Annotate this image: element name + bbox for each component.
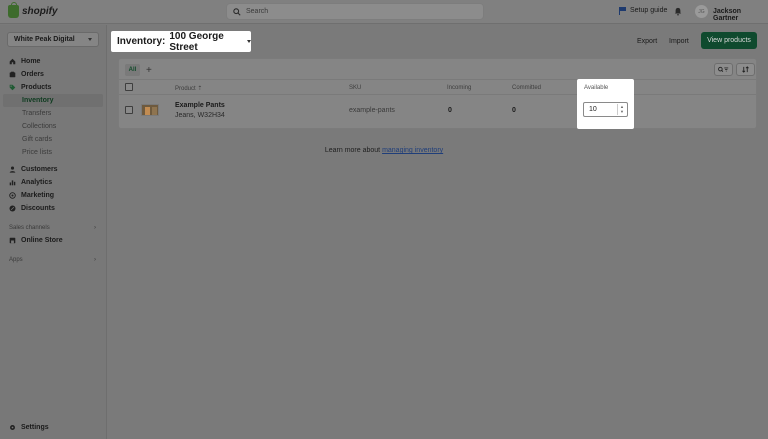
shopify-bag-icon	[8, 2, 19, 18]
setup-guide-button[interactable]: Setup guide	[619, 7, 667, 15]
chevron-down-icon	[88, 38, 92, 41]
sort-up-icon: ⇡	[197, 86, 203, 92]
sidebar-nav: Home Orders Products Inventory Transfers…	[0, 55, 106, 266]
product-thumbnail	[141, 104, 159, 116]
column-incoming: Incoming	[447, 85, 472, 91]
chart-icon	[9, 180, 16, 186]
quantity-stepper[interactable]: ▲ ▼	[617, 104, 626, 115]
location-selector[interactable]: Inventory: 100 George Street	[111, 30, 251, 53]
flag-icon	[619, 7, 626, 15]
search-filter-button[interactable]	[714, 63, 733, 76]
chevron-right-icon: ›	[94, 256, 96, 263]
target-icon	[9, 192, 16, 199]
managing-inventory-link[interactable]: managing inventory	[382, 147, 443, 154]
chevron-right-icon: ›	[94, 224, 96, 231]
tab-bar: All +	[125, 64, 152, 76]
sidebar: White Peak Digital Home Orders Products …	[0, 25, 107, 439]
sidebar-item-home[interactable]: Home	[0, 55, 106, 68]
sidebar-item-analytics[interactable]: Analytics	[0, 176, 106, 189]
gear-icon	[10, 425, 15, 430]
page-title: Inventory:	[117, 36, 166, 47]
incoming-value: 0	[448, 107, 452, 114]
tag-icon	[9, 84, 16, 91]
sales-channels-section[interactable]: Sales channels ›	[0, 221, 106, 234]
person-icon	[9, 166, 16, 173]
view-products-button[interactable]: View products	[701, 32, 757, 49]
sort-icon	[742, 66, 749, 73]
column-sku: SKU	[349, 85, 362, 91]
home-icon	[9, 58, 16, 65]
avatar[interactable]: JG	[695, 5, 708, 18]
table-row[interactable]: Example Pants Jeans, W32H34 example-pant…	[119, 96, 756, 125]
location-name: 100 George Street	[169, 30, 224, 53]
sku-value: example-pants	[349, 107, 395, 114]
import-button[interactable]: Import	[669, 38, 689, 45]
store-selector[interactable]: White Peak Digital	[7, 32, 99, 47]
learn-more-text: Learn more about managing inventory	[324, 147, 444, 154]
search-input[interactable]: Search	[226, 3, 484, 20]
committed-value: 0	[512, 107, 516, 114]
table-header: Product ⇡ SKU Incoming Committed	[119, 79, 756, 95]
sidebar-item-orders[interactable]: Orders	[0, 68, 106, 81]
store-icon	[9, 237, 16, 244]
add-tab-button[interactable]: +	[146, 65, 152, 76]
tab-all[interactable]: All	[125, 64, 140, 76]
column-product[interactable]: Product ⇡	[175, 85, 202, 92]
product-name[interactable]: Example Pants	[175, 102, 225, 109]
sidebar-item-inventory[interactable]: Inventory	[3, 94, 103, 107]
sidebar-item-online-store[interactable]: Online Store	[0, 234, 106, 247]
bell-icon[interactable]	[674, 7, 682, 16]
sidebar-item-gift-cards[interactable]: Gift cards	[0, 133, 106, 146]
shopify-logo[interactable]: shopify	[8, 2, 58, 18]
inventory-card: All + Product ⇡ SKU Incoming Committed E…	[118, 58, 757, 129]
decrement-icon[interactable]: ▼	[618, 109, 626, 114]
product-variant: Jeans, W32H34	[175, 112, 225, 119]
sidebar-item-customers[interactable]: Customers	[0, 163, 106, 176]
user-name[interactable]: Jackson Gartner	[713, 8, 768, 22]
available-quantity-input[interactable]: 10 ▲ ▼	[583, 102, 628, 117]
sidebar-item-products[interactable]: Products	[0, 81, 106, 94]
sidebar-item-marketing[interactable]: Marketing	[0, 189, 106, 202]
sidebar-item-discounts[interactable]: Discounts	[0, 202, 106, 215]
top-bar: shopify Search Setup guide JG Jackson Ga…	[0, 0, 768, 24]
discount-icon	[9, 205, 16, 212]
row-checkbox[interactable]	[125, 106, 133, 114]
search-filter-icon	[718, 66, 729, 72]
column-committed: Committed	[512, 85, 542, 91]
select-all-checkbox[interactable]	[125, 83, 133, 91]
chevron-down-icon	[247, 40, 251, 43]
sidebar-item-settings[interactable]: Settings	[9, 424, 49, 431]
orders-icon	[9, 71, 16, 78]
sidebar-item-transfers[interactable]: Transfers	[0, 107, 106, 120]
column-available: Available	[584, 85, 609, 91]
search-icon	[233, 7, 241, 16]
export-button[interactable]: Export	[637, 38, 657, 45]
available-column-highlight: Available 10 ▲ ▼	[577, 79, 634, 129]
sidebar-item-collections[interactable]: Collections	[0, 120, 106, 133]
apps-section[interactable]: Apps ›	[0, 253, 106, 266]
sort-button[interactable]	[736, 63, 755, 76]
